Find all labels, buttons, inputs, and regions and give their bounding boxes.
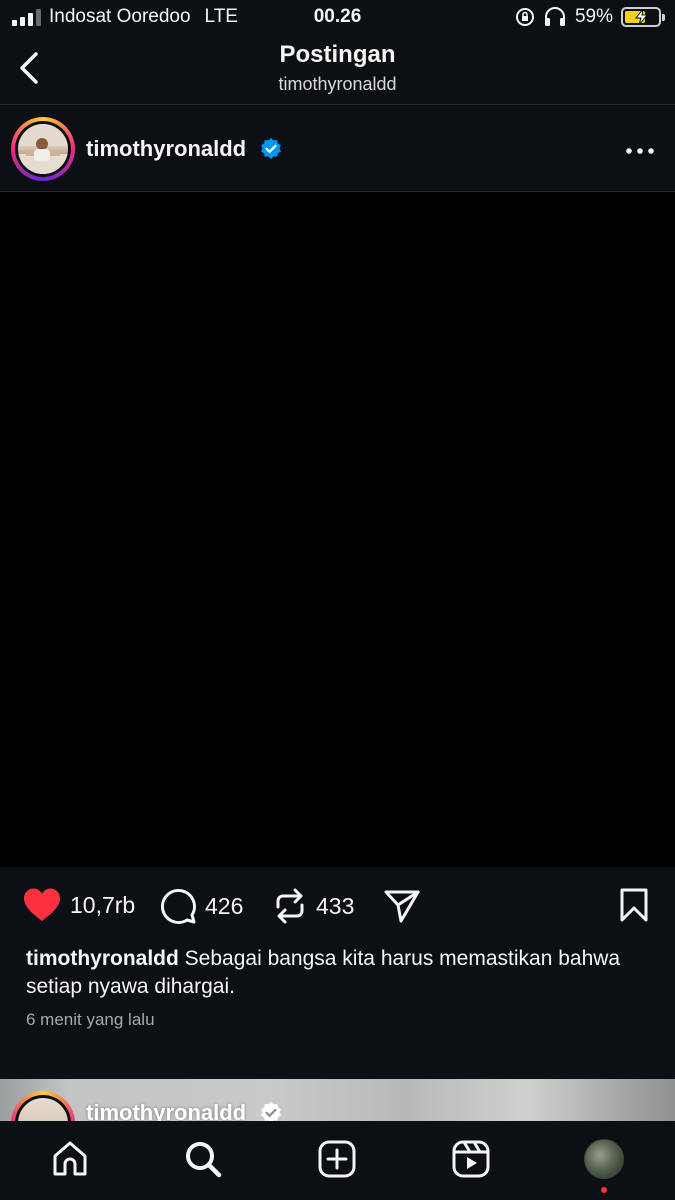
home-icon [53, 1141, 87, 1176]
repost-count[interactable]: 433 [316, 893, 354, 920]
post-timestamp: 6 menit yang lalu [26, 1010, 155, 1029]
repost-icon [276, 888, 304, 924]
post-header: timothyronaldd [0, 105, 675, 191]
notification-dot [601, 1187, 607, 1193]
verified-badge-icon [261, 1102, 281, 1121]
more-icon [626, 148, 654, 154]
nav-profile[interactable] [584, 1139, 624, 1179]
post-username[interactable]: timothyronaldd [86, 136, 246, 162]
nav-search[interactable] [183, 1139, 223, 1179]
comment-icon [161, 889, 196, 924]
post-actions: 10,7rb 426 433 [0, 867, 675, 947]
battery-icon [621, 7, 665, 27]
send-icon [384, 890, 420, 923]
nav-create[interactable] [317, 1139, 357, 1179]
like-count[interactable]: 10,7rb [70, 892, 135, 919]
post-caption: timothyronaldd Sebagai bangsa kita harus… [26, 945, 626, 1001]
avatar-image [18, 124, 68, 174]
search-icon [186, 1142, 222, 1178]
bottom-nav [0, 1121, 675, 1200]
page-title: Postingan [279, 41, 396, 68]
page-subtitle[interactable]: timothyronaldd [0, 74, 675, 95]
comment-button[interactable]: 426 [159, 887, 243, 925]
create-icon [318, 1140, 356, 1178]
nav-home[interactable] [50, 1139, 90, 1179]
next-post-username[interactable]: timothyronaldd [86, 1100, 246, 1121]
status-bar: Indosat Ooredoo LTE 00.26 59% [0, 0, 675, 36]
verified-badge-icon [261, 138, 281, 159]
share-button[interactable] [383, 887, 421, 925]
profile-avatar [584, 1139, 624, 1179]
nav-reels[interactable] [451, 1139, 491, 1179]
avatar[interactable] [11, 117, 75, 181]
like-button[interactable]: 10,7rb [22, 887, 135, 923]
comment-count[interactable]: 426 [205, 893, 243, 920]
orientation-lock-icon [515, 8, 534, 26]
headphones-icon [544, 7, 565, 26]
next-post-preview[interactable]: timothyronaldd [0, 1079, 675, 1121]
repost-button[interactable]: 433 [272, 887, 354, 925]
more-options-button[interactable] [625, 143, 655, 154]
heart-icon [24, 888, 60, 921]
caption-username[interactable]: timothyronaldd [26, 947, 179, 970]
save-button[interactable] [619, 887, 649, 923]
top-header: Postingan timothyronaldd [0, 36, 675, 104]
status-right: 59% [515, 6, 665, 28]
battery-percent: 59% [574, 6, 613, 27]
bookmark-icon [620, 888, 648, 922]
post-media[interactable] [0, 192, 675, 867]
reels-icon [452, 1140, 490, 1178]
